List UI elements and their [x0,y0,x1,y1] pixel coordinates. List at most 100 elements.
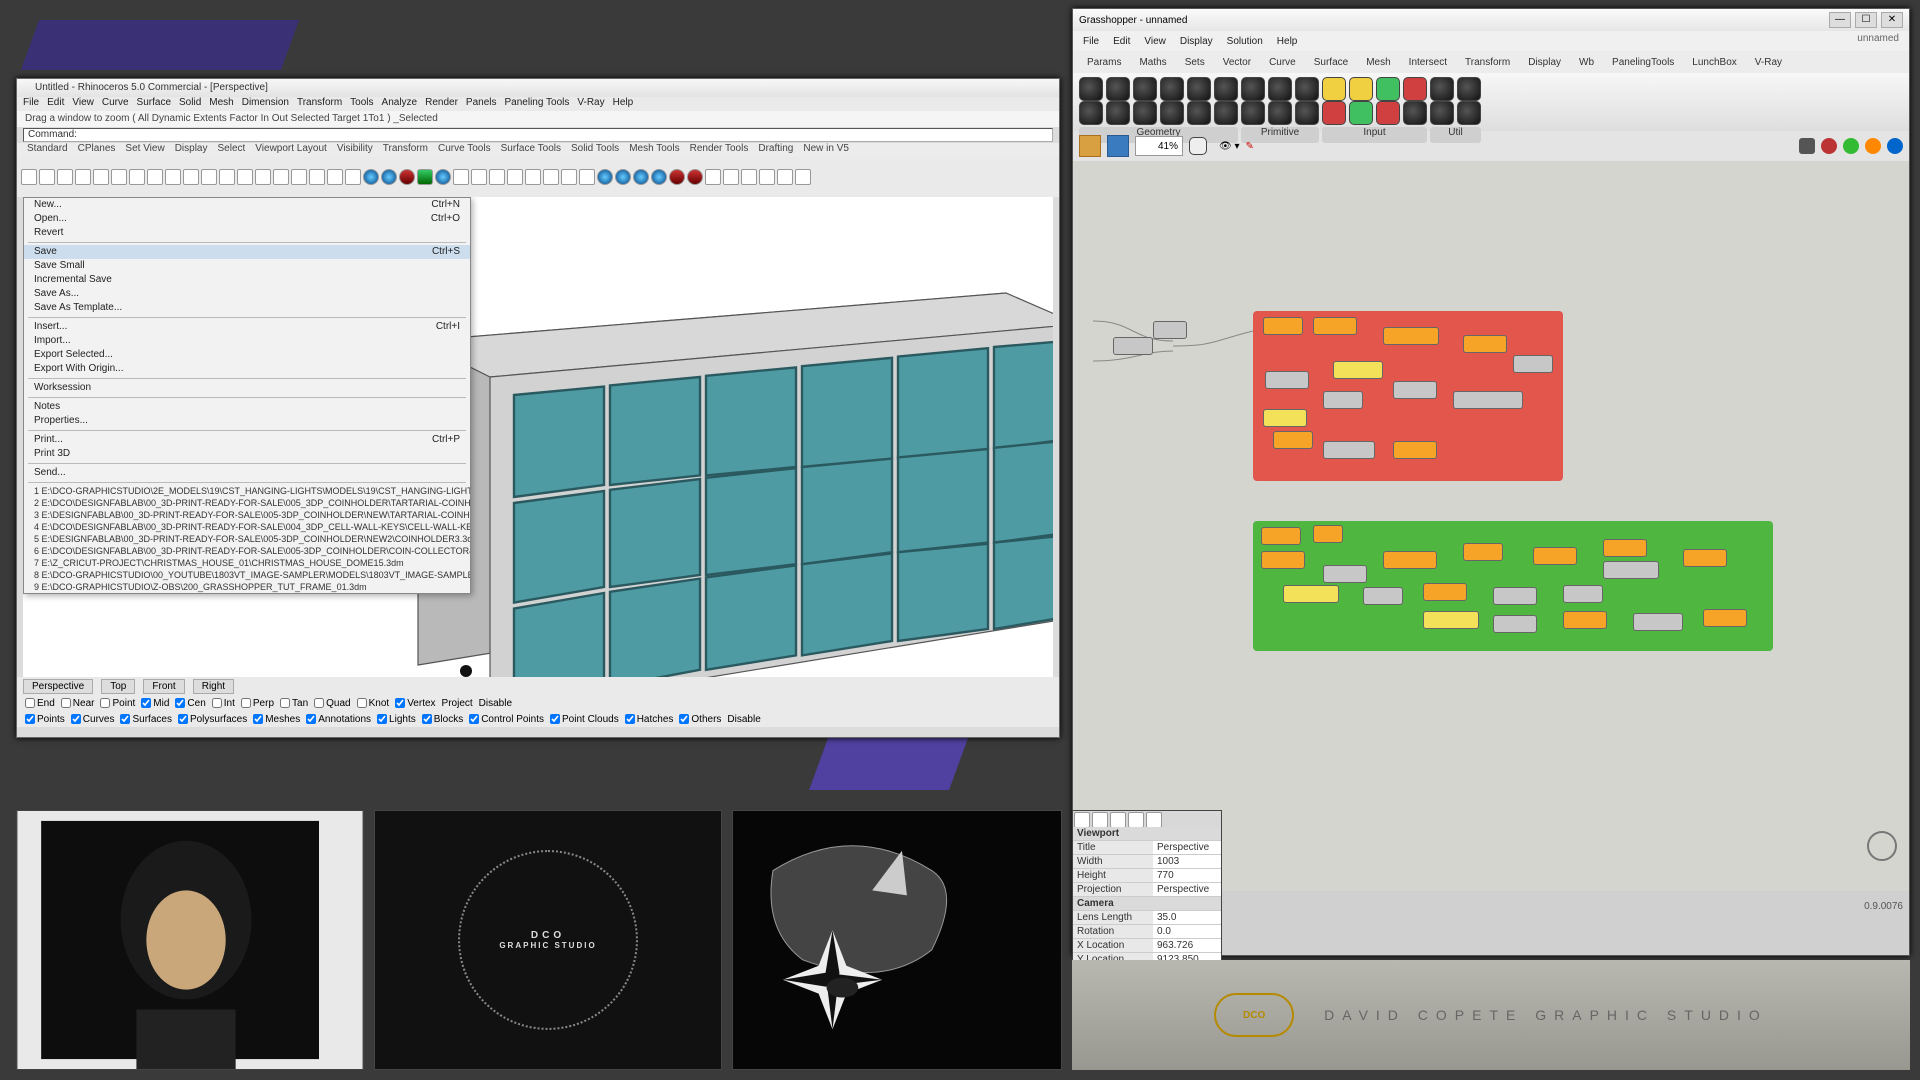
tool-render-icon[interactable] [291,169,307,185]
gh-menu-help[interactable]: Help [1277,36,1298,47]
gh-component[interactable] [1493,587,1537,605]
gh-component[interactable] [1383,327,1439,345]
vtab-front[interactable]: Front [143,679,184,694]
recent-3[interactable]: 3 E:\DESIGNFABLAB\00_3D-PRINT-READY-FOR-… [24,509,470,521]
tab-meshtools[interactable]: Mesh Tools [625,143,683,157]
gh-shade-icon[interactable] [1799,138,1815,154]
gh-component[interactable] [1313,317,1357,335]
rhino-menubar[interactable]: File Edit View Curve Surface Solid Mesh … [17,97,1059,111]
sf-annotations[interactable]: Annotations [306,714,371,725]
tool-help-icon[interactable] [345,169,361,185]
gh-menu-solution[interactable]: Solution [1227,36,1263,47]
sf-polysurfaces[interactable]: Polysurfaces [178,714,247,725]
menu-transform[interactable]: Transform [297,97,342,111]
tab-standard[interactable]: Standard [23,143,72,157]
tab-display[interactable]: Display [171,143,212,157]
file-savesmall[interactable]: Save Small [24,259,470,273]
tool-open-icon[interactable] [39,169,55,185]
menu-solid[interactable]: Solid [179,97,201,111]
file-exportorigin[interactable]: Export With Origin... [24,362,470,376]
input-toggle-icon[interactable] [1376,77,1400,101]
vtab-right[interactable]: Right [193,679,234,694]
props-light-icon[interactable] [1128,812,1144,828]
util-cluster-icon[interactable] [1430,77,1454,101]
rhino-main-toolbar[interactable] [17,157,1059,197]
gtab-params[interactable]: Params [1081,55,1127,70]
gh-component[interactable] [1263,317,1303,335]
gh-component[interactable] [1703,609,1747,627]
tab-surfacetools[interactable]: Surface Tools [497,143,565,157]
tool-redo-icon[interactable] [111,169,127,185]
util-jump-icon[interactable] [1457,101,1481,125]
gh-zoom-input[interactable] [1135,136,1183,156]
tool-solid2-icon[interactable] [615,169,631,185]
gtab-wb[interactable]: Wb [1573,55,1600,70]
tool-circle-icon[interactable] [489,169,505,185]
osnap-point[interactable]: Point [100,698,135,709]
gtab-intersect[interactable]: Intersect [1403,55,1453,70]
tool-misc4-icon[interactable] [777,169,793,185]
input-list-icon[interactable] [1349,101,1373,125]
gh-slider[interactable] [1263,409,1307,427]
gtab-lunchbox[interactable]: LunchBox [1686,55,1742,70]
tool-vray-icon[interactable] [669,169,685,185]
osnap-int[interactable]: Int [212,698,235,709]
gh-component[interactable] [1261,527,1301,545]
sf-controlpoints[interactable]: Control Points [469,714,544,725]
prop-rot-value[interactable]: 0.0 [1153,925,1221,939]
tool-rect-icon[interactable] [525,169,541,185]
osnap-vertex[interactable]: Vertex [395,698,435,709]
gtab-panelingtools[interactable]: PanelingTools [1606,55,1680,70]
menu-file[interactable]: File [23,97,39,111]
sketch-icon[interactable]: ✎ [1246,141,1254,152]
gtab-vray[interactable]: V-Ray [1749,55,1788,70]
recent-1[interactable]: 1 E:\DCO-GRAPHICSTUDIO\2E_MODELS\19\CST_… [24,485,470,497]
maximize-button[interactable]: ☐ [1855,12,1877,28]
gh-only-icon[interactable] [1843,138,1859,154]
selection-filter-bar[interactable]: Points Curves Surfaces Polysurfaces Mesh… [17,711,1059,727]
osnap-tan[interactable]: Tan [280,698,308,709]
file-dropdown-menu[interactable]: New...Ctrl+N Open...Ctrl+O Revert SaveCt… [23,197,471,594]
input-panel-icon[interactable] [1349,77,1373,101]
gh-menubar[interactable]: File Edit View Display Solution Help [1073,31,1909,51]
file-new[interactable]: New...Ctrl+N [24,198,470,212]
param-geometry-icon[interactable] [1133,101,1157,125]
tool-print-icon[interactable] [75,169,91,185]
sf-others[interactable]: Others [679,714,721,725]
vtab-top[interactable]: Top [101,679,135,694]
gh-component[interactable] [1383,551,1437,569]
gh-component[interactable] [1463,543,1503,561]
param-box-icon[interactable] [1160,101,1184,125]
tool-dim-icon[interactable] [579,169,595,185]
gh-component[interactable] [1323,565,1367,583]
tool-misc3-icon[interactable] [759,169,775,185]
osnap-near[interactable]: Near [61,698,95,709]
gh-group-green[interactable] [1253,521,1773,651]
gh-menu-file[interactable]: File [1083,36,1099,47]
zoom-extents-icon[interactable] [1189,137,1207,155]
sf-pointclouds[interactable]: Point Clouds [550,714,619,725]
tool-arc-icon[interactable] [507,169,523,185]
props-tex-icon[interactable] [1110,812,1126,828]
util-scribble-icon[interactable] [1430,101,1454,125]
file-properties[interactable]: Properties... [24,414,470,428]
tool-gh-icon[interactable] [705,169,721,185]
sf-disable[interactable]: Disable [727,714,760,725]
menu-render[interactable]: Render [425,97,458,111]
tool-layer-icon[interactable] [309,169,325,185]
recent-6[interactable]: 6 E:\DCO\DESIGNFABLAB\00_3D-PRINT-READY-… [24,545,470,557]
gh-component[interactable] [1603,561,1659,579]
tool-vray2-icon[interactable] [687,169,703,185]
tool-sphere-icon[interactable] [363,169,379,185]
param-line-icon[interactable] [1187,101,1211,125]
gh-component[interactable] [1493,615,1537,633]
input-button-icon[interactable] [1403,77,1427,101]
tab-transform[interactable]: Transform [379,143,432,157]
recent-5[interactable]: 5 E:\DESIGNFABLAB\00_3D-PRINT-READY-FOR-… [24,533,470,545]
tool-line-icon[interactable] [453,169,469,185]
param-surface-icon[interactable] [1214,77,1238,101]
sf-blocks[interactable]: Blocks [422,714,463,725]
file-revert[interactable]: Revert [24,226,470,240]
menu-panelingtools[interactable]: Paneling Tools [505,97,570,111]
param-circle-icon[interactable] [1133,77,1157,101]
